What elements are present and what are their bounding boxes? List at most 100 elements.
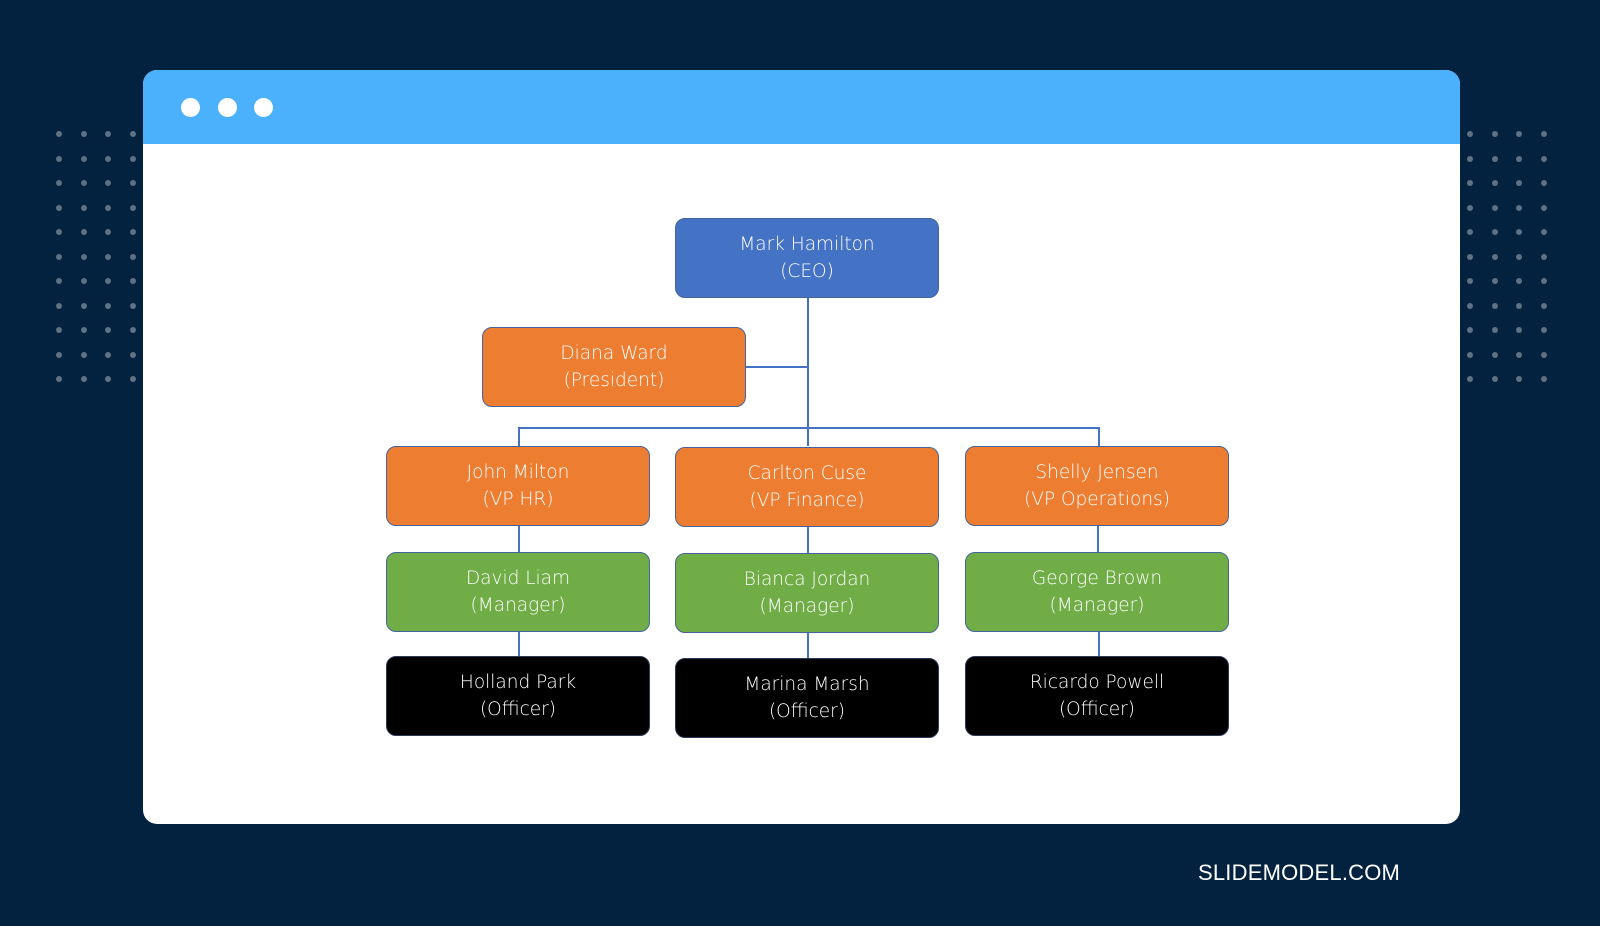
node-officer-finance[interactable]: Marina Marsh (Officer) bbox=[675, 658, 939, 738]
node-manager-finance[interactable]: Bianca Jordan (Manager) bbox=[675, 553, 939, 633]
decorative-dot bbox=[1516, 351, 1522, 358]
node-role: (Manager) bbox=[470, 595, 566, 616]
node-officer-hr[interactable]: Holland Park (Officer) bbox=[386, 656, 650, 736]
node-vp-operations[interactable]: Shelly Jensen (VP Operations) bbox=[965, 446, 1229, 526]
decorative-dot bbox=[56, 351, 62, 358]
decorative-dot bbox=[1540, 204, 1547, 211]
decorative-dot bbox=[80, 376, 87, 382]
decorative-dot bbox=[1491, 278, 1498, 284]
window-control-dot[interactable] bbox=[218, 98, 237, 117]
decorative-dot bbox=[105, 351, 111, 358]
connector-ops-manager bbox=[1097, 526, 1099, 552]
decorative-dot bbox=[105, 131, 111, 137]
decorative-dot bbox=[56, 253, 62, 260]
node-name: George Brown bbox=[1031, 568, 1163, 589]
decorative-dot bbox=[1467, 155, 1473, 162]
decorative-dot bbox=[129, 278, 136, 284]
connector-ceo-trunk bbox=[807, 298, 809, 446]
decorative-dot bbox=[1491, 253, 1498, 260]
node-vp-finance[interactable]: Carlton Cuse (VP Finance) bbox=[675, 447, 939, 527]
decorative-dot bbox=[129, 327, 136, 333]
decorative-dot bbox=[80, 327, 87, 333]
browser-window: Mark Hamilton (CEO) Diana Ward (Presiden… bbox=[143, 70, 1460, 824]
decorative-dot bbox=[1516, 204, 1522, 211]
decorative-dot bbox=[1540, 253, 1547, 260]
node-name: Mark Hamilton bbox=[739, 234, 875, 255]
decorative-dot bbox=[80, 253, 87, 260]
decorative-dot bbox=[1491, 327, 1498, 333]
window-titlebar bbox=[143, 70, 1460, 144]
decorative-dot bbox=[56, 180, 62, 186]
node-name: Marina Marsh bbox=[744, 674, 870, 695]
decorative-dot bbox=[1540, 327, 1547, 333]
node-role: (VP Operations) bbox=[1024, 489, 1170, 510]
connector-fin-officer bbox=[807, 633, 809, 658]
node-role: (Manager) bbox=[1049, 595, 1145, 616]
node-role: (VP Finance) bbox=[749, 490, 865, 511]
decorative-dot bbox=[1540, 302, 1547, 309]
node-president[interactable]: Diana Ward (President) bbox=[482, 327, 746, 407]
decorative-dot bbox=[1491, 351, 1498, 358]
node-manager-operations[interactable]: George Brown (Manager) bbox=[965, 552, 1229, 632]
node-name: Bianca Jordan bbox=[743, 569, 871, 590]
decorative-dot bbox=[80, 180, 87, 186]
connector-ops-officer bbox=[1098, 632, 1100, 656]
decorative-dot bbox=[1491, 155, 1498, 162]
decorative-dot bbox=[1516, 327, 1522, 333]
decorative-dot bbox=[105, 302, 111, 309]
decorative-dot bbox=[56, 278, 62, 284]
decorative-dot bbox=[1540, 180, 1547, 186]
node-name: David Liam bbox=[465, 568, 571, 589]
decorative-dot bbox=[129, 376, 136, 382]
decorative-dot bbox=[1516, 229, 1522, 235]
decorative-dot bbox=[56, 376, 62, 382]
decorative-dot bbox=[1491, 180, 1498, 186]
decorative-dot bbox=[1516, 302, 1522, 309]
decorative-dot bbox=[129, 351, 136, 358]
decorative-dot bbox=[129, 131, 136, 137]
window-control-dot[interactable] bbox=[181, 98, 200, 117]
connector-vp-ops bbox=[1098, 427, 1100, 446]
node-vp-hr[interactable]: John Milton (VP HR) bbox=[386, 446, 650, 526]
node-role: (Manager) bbox=[759, 596, 855, 617]
decorative-dot bbox=[105, 229, 111, 235]
decorative-dot bbox=[1467, 180, 1473, 186]
node-ceo[interactable]: Mark Hamilton (CEO) bbox=[675, 218, 939, 298]
node-role: (VP HR) bbox=[482, 489, 554, 510]
decorative-dot bbox=[1516, 180, 1522, 186]
node-name: Carlton Cuse bbox=[747, 463, 867, 484]
decorative-dot bbox=[1540, 131, 1547, 137]
decorative-dot bbox=[129, 253, 136, 260]
decorative-dot bbox=[1467, 327, 1473, 333]
node-name: Holland Park bbox=[459, 672, 577, 693]
decorative-dot bbox=[56, 302, 62, 309]
connector-vp-bus bbox=[518, 427, 1099, 429]
decorative-dot bbox=[105, 376, 111, 382]
decorative-dot bbox=[105, 327, 111, 333]
decorative-dot bbox=[80, 131, 87, 137]
decorative-dot bbox=[1540, 278, 1547, 284]
decorative-dot bbox=[1540, 229, 1547, 235]
decorative-dot bbox=[129, 302, 136, 309]
node-manager-hr[interactable]: David Liam (Manager) bbox=[386, 552, 650, 632]
decorative-dot bbox=[80, 302, 87, 309]
decorative-dot bbox=[80, 278, 87, 284]
decorative-dot bbox=[80, 204, 87, 211]
node-name: Diana Ward bbox=[560, 343, 668, 364]
decorative-dot bbox=[129, 155, 136, 162]
window-control-dot[interactable] bbox=[254, 98, 273, 117]
connector-hr-officer bbox=[518, 632, 520, 656]
node-name: Shelly Jensen bbox=[1035, 462, 1159, 483]
decorative-dot bbox=[1467, 302, 1473, 309]
brand-watermark: SLIDEMODEL.COM bbox=[1198, 860, 1401, 885]
node-officer-operations[interactable]: Ricardo Powell (Officer) bbox=[965, 656, 1229, 736]
decorative-dot bbox=[1467, 131, 1473, 137]
decorative-dot bbox=[1491, 229, 1498, 235]
decorative-dot bbox=[105, 278, 111, 284]
decorative-dot bbox=[105, 155, 111, 162]
connector-vp-hr bbox=[518, 427, 520, 446]
decorative-dot bbox=[1467, 229, 1473, 235]
node-role: (President) bbox=[563, 370, 665, 391]
decorative-dot bbox=[80, 229, 87, 235]
decorative-dot bbox=[80, 155, 87, 162]
